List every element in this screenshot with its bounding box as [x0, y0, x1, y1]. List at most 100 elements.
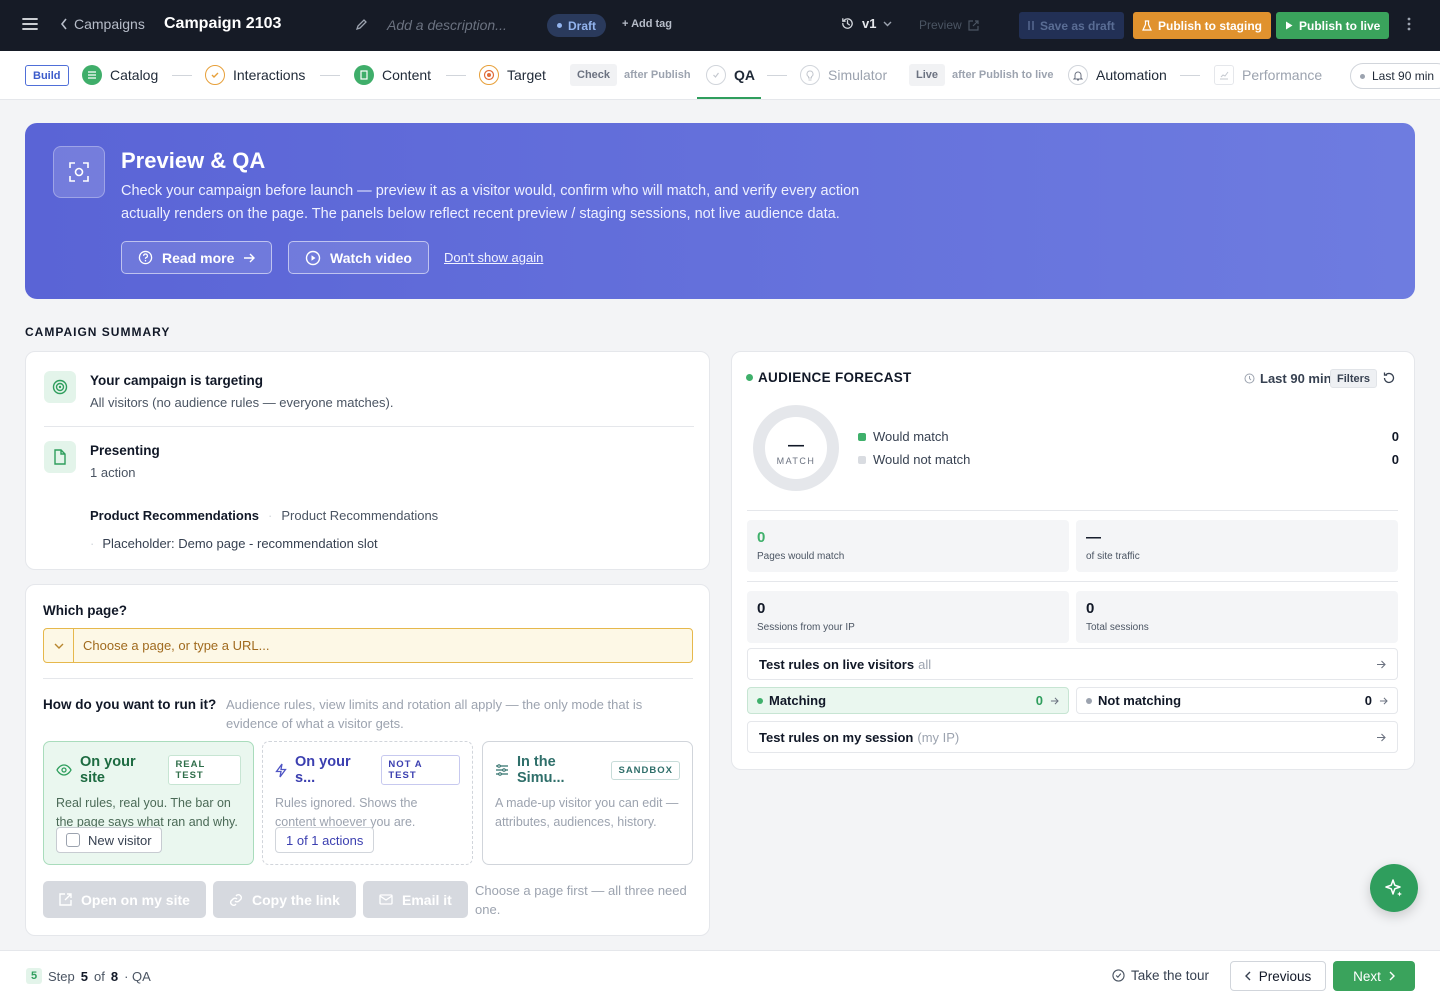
matching-button[interactable]: Matching 0 — [747, 687, 1069, 714]
bell-icon — [1068, 65, 1088, 85]
donut-label: MATCH — [776, 456, 816, 466]
publish-to-staging-button[interactable]: Publish to staging — [1133, 12, 1271, 39]
preview-button[interactable]: Preview — [919, 18, 979, 32]
action-row: Product Recommendations · Product Recomm… — [90, 508, 439, 523]
read-more-button[interactable]: Read more — [121, 241, 273, 274]
presenting-count: 1 action — [90, 465, 136, 480]
targeting-title: Your campaign is targeting — [90, 373, 264, 388]
step-number-badge: 5 — [26, 968, 42, 984]
chart-icon — [1214, 65, 1234, 85]
back-to-campaigns-link[interactable]: Campaigns — [60, 16, 145, 32]
next-button[interactable]: Next — [1333, 961, 1415, 991]
sparkle-icon — [1384, 878, 1404, 898]
history-icon — [840, 16, 855, 31]
page-url-input[interactable]: Choose a page, or type a URL... — [43, 628, 693, 663]
email-it-button[interactable]: Email it — [363, 881, 468, 918]
arrow-right-icon — [1379, 697, 1388, 705]
new-visitor-checkbox[interactable]: New visitor — [56, 827, 162, 853]
run-mode-label: How do you want to run it? — [43, 697, 217, 712]
add-tag-button[interactable]: + Add tag — [622, 18, 672, 30]
menu-icon[interactable] — [22, 17, 38, 31]
legend-would-match: Would match 0 — [858, 429, 1399, 444]
footer-bar: 5 Step 5 of 8 · QA Take the tour Previou… — [0, 950, 1440, 1000]
description-field[interactable]: Add a description... — [387, 17, 507, 33]
step-label: Interactions — [233, 67, 306, 83]
take-tour-button[interactable]: Take the tour — [1112, 968, 1209, 983]
pause-icon — [1028, 21, 1034, 30]
step-simulator[interactable]: Simulator — [800, 51, 887, 99]
step-content[interactable]: Content — [354, 51, 431, 99]
dont-show-again-link[interactable]: Don't show again — [444, 250, 543, 265]
not-matching-button[interactable]: Not matching 0 — [1076, 687, 1398, 714]
live-tag: Live — [909, 64, 946, 86]
more-options-icon[interactable] — [1407, 17, 1411, 31]
target-icon — [479, 65, 499, 85]
match-donut: — MATCH — [751, 403, 841, 493]
step-label: Target — [507, 67, 546, 83]
mode-badge: SANDBOX — [611, 760, 680, 780]
check-circle-icon — [706, 65, 726, 85]
step-qa[interactable]: QA — [706, 51, 755, 99]
actions-selector[interactable]: 1 of 1 actions — [275, 827, 375, 853]
copy-link-button[interactable]: Copy the link — [213, 881, 356, 918]
compass-icon — [1112, 969, 1125, 982]
legend-swatch — [858, 432, 866, 441]
time-range-selector[interactable]: Last 90 min — [1350, 63, 1440, 89]
page-url-placeholder: Choose a page, or type a URL... — [83, 638, 270, 653]
lightning-icon — [275, 763, 287, 778]
external-link-icon — [59, 893, 72, 906]
publish-to-live-button[interactable]: Publish to live — [1276, 12, 1390, 39]
step-indicator: 5 Step 5 of 8 · QA — [26, 968, 151, 984]
step-interactions[interactable]: Interactions — [205, 51, 305, 99]
active-step-indicator — [697, 97, 761, 99]
bulb-icon — [800, 65, 820, 85]
status-badge: Draft — [547, 14, 607, 37]
stat-sessions-ip: 0 Sessions from your IP — [747, 591, 1069, 643]
open-on-my-site-button[interactable]: Open on my site — [43, 881, 206, 918]
mode-in-simulator[interactable]: In the Simu... SANDBOX A made-up visitor… — [482, 741, 693, 865]
mode-on-your-site[interactable]: On your site REAL TEST Real rules, real … — [43, 741, 254, 865]
stat-total-sessions: 0 Total sessions — [1076, 591, 1398, 643]
clock-icon — [1244, 373, 1255, 384]
legend-swatch — [858, 455, 866, 464]
step-label: Catalog — [110, 67, 159, 83]
mode-description: A made-up visitor you can edit — attribu… — [495, 796, 679, 829]
chevron-down-icon[interactable] — [44, 629, 74, 662]
arrow-right-icon — [1376, 733, 1386, 742]
flask-icon — [1142, 20, 1152, 31]
intro-banner: Preview & QA Check your campaign before … — [25, 123, 1415, 299]
scan-icon — [53, 146, 105, 198]
chevron-left-icon — [60, 18, 68, 30]
version-selector[interactable]: v1 — [840, 16, 892, 31]
help-circle-icon — [138, 250, 153, 265]
interactions-icon — [205, 65, 225, 85]
refresh-icon[interactable] — [1382, 371, 1396, 385]
external-link-icon — [968, 19, 979, 31]
placeholder-row: · Placeholder: Demo page - recommendatio… — [90, 536, 378, 551]
mode-title: On your site — [80, 754, 136, 786]
action-name: Product Recommendations — [90, 508, 260, 523]
step-label: QA — [734, 67, 755, 83]
watch-video-button[interactable]: Watch video — [288, 241, 429, 274]
banner-title: Preview & QA — [121, 148, 266, 173]
test-my-session-button[interactable]: Test rules on my session (my IP) — [747, 721, 1398, 753]
mode-on-your-site-preview[interactable]: On your s... NOT A TEST Rules ignored. S… — [262, 741, 473, 865]
save-as-draft-button[interactable]: Save as draft — [1019, 12, 1124, 39]
live-sub-label: after Publish to live — [952, 69, 1054, 81]
step-target[interactable]: Target — [479, 51, 546, 99]
test-live-visitors-button[interactable]: Test rules on live visitors all — [747, 648, 1398, 680]
forecast-range: Last 90 min — [1244, 371, 1332, 386]
assistant-button[interactable] — [1370, 864, 1418, 912]
previous-button[interactable]: Previous — [1230, 961, 1326, 991]
mode-description: Real rules, real you. The bar on the pag… — [56, 796, 238, 829]
pencil-icon[interactable] — [355, 18, 368, 31]
step-label: Content — [382, 67, 432, 83]
filters-button[interactable]: Filters — [1330, 369, 1378, 388]
banner-body: Check your campaign before launch — prev… — [121, 183, 860, 222]
campaign-title: Campaign 2103 — [164, 15, 282, 32]
step-label: Simulator — [828, 67, 888, 83]
targeting-description: All visitors (no audience rules — everyo… — [90, 395, 394, 410]
step-performance[interactable]: Performance — [1214, 51, 1322, 99]
step-automation[interactable]: Automation — [1068, 51, 1167, 99]
step-catalog[interactable]: Catalog — [82, 51, 158, 99]
